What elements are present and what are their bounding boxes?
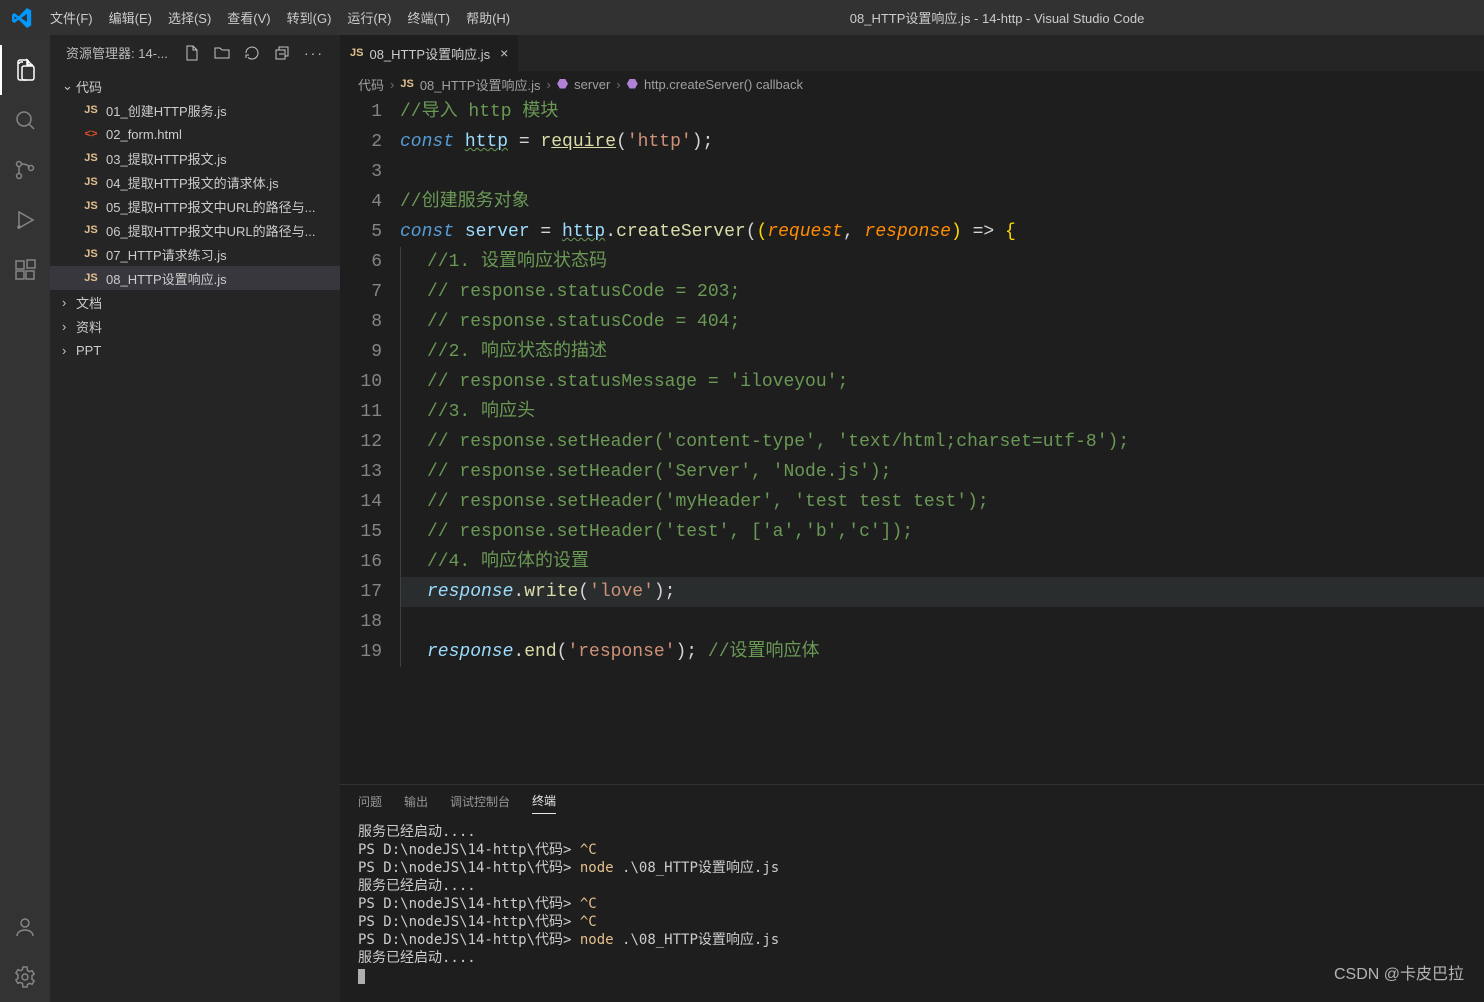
menu-item[interactable]: 文件(F) bbox=[42, 7, 101, 30]
window-title: 08_HTTP设置响应.js - 14-http - Visual Studio… bbox=[518, 8, 1476, 27]
sidebar-actions: ··· bbox=[184, 45, 324, 61]
file-label: 06_提取HTTP报文中URL的路径与... bbox=[106, 221, 315, 240]
folder-row[interactable]: ›文档 bbox=[50, 290, 340, 314]
breadcrumbs[interactable]: 代码 › JS 08_HTTP设置响应.js › ⬣ server › ⬣ ht… bbox=[340, 71, 1484, 97]
file-label: 08_HTTP设置响应.js bbox=[106, 269, 227, 288]
source-control-icon[interactable] bbox=[0, 145, 50, 195]
panel-tab[interactable]: 问题 bbox=[358, 789, 382, 814]
folder-row[interactable]: ›PPT bbox=[50, 338, 340, 362]
menu-item[interactable]: 查看(V) bbox=[219, 7, 278, 30]
html-file-icon: <> bbox=[82, 128, 100, 140]
chevron-right-icon: › bbox=[546, 77, 550, 92]
file-row[interactable]: JS 08_HTTP设置响应.js bbox=[50, 266, 340, 290]
panel-tabs: 问题输出调试控制台终端 bbox=[340, 785, 1484, 817]
file-row[interactable]: JS 07_HTTP请求练习.js bbox=[50, 242, 340, 266]
breadcrumb-item[interactable]: 08_HTTP设置响应.js bbox=[420, 75, 541, 94]
js-file-icon: JS bbox=[82, 152, 100, 164]
code-content[interactable]: //导入 http 模块const http = require('http')… bbox=[400, 97, 1484, 784]
file-tree: ⌄代码 JS 01_创建HTTP服务.js <> 02_form.html JS 03_提取… bbox=[50, 70, 340, 366]
file-row[interactable]: JS 04_提取HTTP报文的请求体.js bbox=[50, 170, 340, 194]
close-icon[interactable]: × bbox=[500, 45, 508, 61]
settings-gear-icon[interactable] bbox=[0, 952, 50, 1002]
file-row[interactable]: JS 01_创建HTTP服务.js bbox=[50, 98, 340, 122]
line-gutter: 12345678910111213141516171819 bbox=[340, 97, 400, 784]
accounts-icon[interactable] bbox=[0, 902, 50, 952]
file-row[interactable]: JS 03_提取HTTP报文.js bbox=[50, 146, 340, 170]
title-bar: 文件(F)编辑(E)选择(S)查看(V)转到(G)运行(R)终端(T)帮助(H)… bbox=[0, 0, 1484, 35]
menu-item[interactable]: 帮助(H) bbox=[458, 7, 518, 30]
file-label: 01_创建HTTP服务.js bbox=[106, 101, 227, 120]
panel-tab[interactable]: 终端 bbox=[532, 788, 556, 814]
js-file-icon: JS bbox=[82, 176, 100, 188]
file-label: 03_提取HTTP报文.js bbox=[106, 149, 227, 168]
more-icon[interactable]: ··· bbox=[304, 45, 324, 61]
file-label: 07_HTTP请求练习.js bbox=[106, 245, 227, 264]
new-folder-icon[interactable] bbox=[214, 45, 230, 61]
breadcrumb-item[interactable]: http.createServer() callback bbox=[644, 77, 803, 92]
menu-bar: 文件(F)编辑(E)选择(S)查看(V)转到(G)运行(R)终端(T)帮助(H) bbox=[42, 8, 518, 27]
file-label: 05_提取HTTP报文中URL的路径与... bbox=[106, 197, 315, 216]
file-row[interactable]: JS 05_提取HTTP报文中URL的路径与... bbox=[50, 194, 340, 218]
file-label: 04_提取HTTP报文的请求体.js bbox=[106, 173, 279, 192]
chevron-right-icon: › bbox=[62, 319, 74, 334]
collapse-all-icon[interactable] bbox=[274, 45, 290, 61]
bottom-panel: 问题输出调试控制台终端 服务已经启动....PS D:\nodeJS\14-ht… bbox=[340, 784, 1484, 1002]
extensions-icon[interactable] bbox=[0, 245, 50, 295]
breadcrumb-item[interactable]: server bbox=[574, 77, 610, 92]
folder-label: 资料 bbox=[76, 317, 102, 336]
chevron-right-icon: › bbox=[616, 77, 620, 92]
folder-row[interactable]: ›资料 bbox=[50, 314, 340, 338]
folder-label: 文档 bbox=[76, 293, 102, 312]
js-file-icon: JS bbox=[82, 200, 100, 212]
sidebar-header: 资源管理器: 14-... ··· bbox=[50, 35, 340, 70]
panel-tab[interactable]: 输出 bbox=[404, 789, 428, 814]
code-editor[interactable]: 12345678910111213141516171819 //导入 http … bbox=[340, 97, 1484, 784]
symbol-icon: ⬣ bbox=[557, 76, 568, 92]
editor-tabs: JS 08_HTTP设置响应.js × bbox=[340, 35, 1484, 71]
chevron-down-icon: ⌄ bbox=[62, 78, 74, 94]
js-file-icon: JS bbox=[350, 47, 363, 59]
breadcrumb-item[interactable]: 代码 bbox=[358, 75, 384, 94]
terminal-output[interactable]: 服务已经启动....PS D:\nodeJS\14-http\代码> ^CPS … bbox=[340, 817, 1484, 1002]
explorer-sidebar: 资源管理器: 14-... ··· ⌄代码 JS 01_创建HTTP服务.js <> 0… bbox=[50, 35, 340, 1002]
menu-item[interactable]: 编辑(E) bbox=[101, 7, 160, 30]
new-file-icon[interactable] bbox=[184, 45, 200, 61]
tab-label: 08_HTTP设置响应.js bbox=[369, 44, 490, 63]
run-debug-icon[interactable] bbox=[0, 195, 50, 245]
panel-tab[interactable]: 调试控制台 bbox=[450, 789, 510, 814]
file-label: 02_form.html bbox=[106, 127, 182, 142]
menu-item[interactable]: 终端(T) bbox=[399, 7, 458, 30]
folder-label: 代码 bbox=[76, 77, 102, 96]
file-row[interactable]: JS 06_提取HTTP报文中URL的路径与... bbox=[50, 218, 340, 242]
editor-tab[interactable]: JS 08_HTTP设置响应.js × bbox=[340, 35, 519, 71]
js-file-icon: JS bbox=[82, 272, 100, 284]
symbol-icon: ⬣ bbox=[627, 76, 638, 92]
folder-label: PPT bbox=[76, 343, 101, 358]
js-file-icon: JS bbox=[82, 224, 100, 236]
sidebar-title: 资源管理器: 14-... bbox=[66, 43, 168, 62]
explorer-icon[interactable] bbox=[0, 45, 50, 95]
activity-bar bbox=[0, 35, 50, 1002]
menu-item[interactable]: 选择(S) bbox=[160, 7, 219, 30]
search-icon[interactable] bbox=[0, 95, 50, 145]
folder-row[interactable]: ⌄代码 bbox=[50, 74, 340, 98]
chevron-right-icon: › bbox=[62, 343, 74, 358]
js-file-icon: JS bbox=[82, 248, 100, 260]
refresh-icon[interactable] bbox=[244, 45, 260, 61]
js-file-icon: JS bbox=[400, 78, 413, 90]
editor-area: JS 08_HTTP设置响应.js × 代码 › JS 08_HTTP设置响应.… bbox=[340, 35, 1484, 1002]
watermark: CSDN @卡皮巴拉 bbox=[1334, 960, 1464, 984]
chevron-right-icon: › bbox=[390, 77, 394, 92]
vscode-logo-icon bbox=[12, 8, 32, 28]
menu-item[interactable]: 运行(R) bbox=[339, 7, 399, 30]
file-row[interactable]: <> 02_form.html bbox=[50, 122, 340, 146]
js-file-icon: JS bbox=[82, 104, 100, 116]
chevron-right-icon: › bbox=[62, 295, 74, 310]
menu-item[interactable]: 转到(G) bbox=[279, 7, 340, 30]
